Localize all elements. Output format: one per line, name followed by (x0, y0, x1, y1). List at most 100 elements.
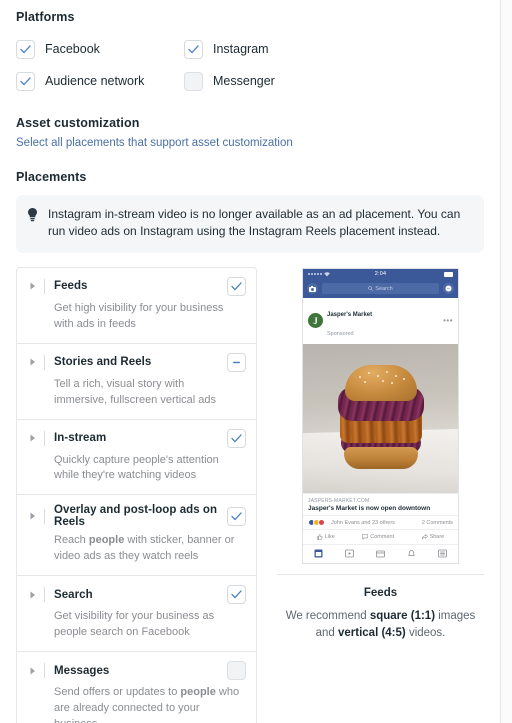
like-button[interactable]: Like (316, 534, 335, 540)
placement-name: Search (54, 588, 93, 601)
share-button[interactable]: Share (421, 534, 445, 541)
ad-display-url: JASPERS-MARKET.COM (308, 498, 370, 505)
item-divider (44, 354, 45, 370)
battery-icon (444, 272, 454, 277)
search-icon (368, 286, 374, 292)
page-right-gutter (501, 0, 512, 723)
placement-item-search[interactable]: Search Get visibility for your business … (17, 576, 256, 653)
facebook-search-bar[interactable]: Search (322, 283, 439, 295)
placement-description: Send offers or updates to people who are… (54, 685, 246, 723)
lightbulb-icon (26, 207, 39, 227)
placement-preview: 2:04 Search J Jasper's Market Sponsored … (277, 267, 484, 643)
desc-link: people (88, 534, 125, 547)
placement-item-header[interactable]: Stories and Reels (26, 352, 246, 372)
chevron-right-icon[interactable] (26, 358, 39, 366)
comment-label: Comment (370, 534, 395, 541)
thumbs-up-icon (316, 534, 323, 540)
phone-mockup: 2:04 Search J Jasper's Market Sponsored … (302, 267, 459, 565)
chevron-right-icon[interactable] (26, 591, 39, 599)
phone-bottom-nav (303, 544, 458, 563)
desc-text: Send offers or updates to (54, 686, 181, 699)
ad-social-proof: John Evans and 23 others 2 Comments (303, 515, 458, 529)
placements-notice: Instagram in-stream video is no longer a… (16, 195, 484, 253)
platform-instagram-label: Instagram (213, 42, 269, 56)
item-divider (44, 508, 45, 524)
caption-pre: We recommend (285, 610, 370, 623)
platform-audience-network-label: Audience network (45, 74, 145, 88)
messenger-icon[interactable] (443, 283, 454, 295)
search-placeholder: Search (375, 285, 393, 292)
placement-item-in-stream[interactable]: In-stream Quickly capture people's atten… (17, 420, 256, 496)
caption-bold-vertical: vertical (4:5) (337, 627, 406, 640)
placement-item-header[interactable]: Messages (26, 661, 246, 681)
placement-item-header[interactable]: Feeds (26, 276, 246, 296)
placement-description: Tell a rich, visual story with immersive… (54, 377, 246, 409)
asset-customization-link[interactable]: Select all placements that support asset… (16, 137, 484, 149)
checkbox-feeds[interactable] (227, 276, 246, 296)
reaction-icons (308, 519, 325, 527)
placement-item-header[interactable]: In-stream (26, 428, 246, 448)
nav-notifications-icon[interactable] (407, 549, 416, 558)
chevron-right-icon[interactable] (26, 667, 39, 675)
comment-button[interactable]: Comment (362, 534, 394, 540)
placement-item-header[interactable]: Search (26, 585, 246, 605)
placement-item-messages[interactable]: Messages Send offers or updates to peopl… (17, 652, 256, 723)
advertiser-avatar: J (308, 313, 323, 329)
placement-item-feeds[interactable]: Feeds Get high visibility for your busin… (17, 268, 256, 344)
item-divider (44, 663, 45, 679)
item-divider (44, 587, 45, 603)
platform-facebook[interactable]: Facebook (16, 36, 184, 62)
chevron-right-icon[interactable] (26, 282, 39, 290)
placement-description: Get high visibility for your business wi… (54, 301, 246, 333)
placements-list: Feeds Get high visibility for your busin… (16, 266, 257, 723)
caption-post: videos. (405, 627, 446, 640)
desc-link: people (180, 686, 216, 699)
ad-header: J Jasper's Market Sponsored ••• (303, 297, 458, 345)
placement-item-overlay-and-post-loop-ads-on-reels[interactable]: Overlay and post-loop ads on Reels Reach… (17, 495, 256, 577)
share-label: Share (429, 534, 445, 541)
likers-text: John Evans and 23 others (331, 519, 395, 526)
platform-instagram[interactable]: Instagram (184, 36, 484, 62)
more-options-icon[interactable]: ••• (443, 316, 453, 325)
burger-bottom-bun (343, 447, 418, 470)
checkbox-search[interactable] (227, 585, 246, 605)
platform-audience-network[interactable]: Audience network (16, 68, 184, 94)
checkbox-facebook[interactable] (16, 39, 35, 59)
chevron-right-icon[interactable] (26, 434, 39, 442)
placement-name: Overlay and post-loop ads on Reels (54, 504, 218, 529)
desc-text: Get high visibility for your business wi… (54, 301, 224, 330)
platform-messenger-label: Messenger (213, 74, 275, 88)
checkbox-in-stream[interactable] (227, 428, 246, 448)
nav-video-icon[interactable] (345, 549, 354, 558)
checkbox-stories-and-reels[interactable] (227, 352, 246, 372)
checkbox-messenger[interactable] (184, 71, 203, 91)
placements-settings-page: Platforms Facebook Instagram Audience ne… (0, 0, 512, 723)
placements-section: Placements Instagram in-stream video is … (16, 170, 484, 723)
nav-marketplace-icon[interactable] (376, 549, 385, 558)
nav-home-icon[interactable] (314, 549, 323, 558)
placement-description: Get visibility for your business as peop… (54, 609, 246, 641)
placement-item-header[interactable]: Overlay and post-loop ads on Reels (26, 504, 246, 528)
comments-count[interactable]: 2 Comments (422, 520, 453, 526)
platforms-grid: Facebook Instagram Audience network Mess… (16, 36, 484, 94)
placement-item-stories-and-reels[interactable]: Stories and Reels Tell a rich, visual st… (17, 344, 256, 420)
checkbox-audience-network[interactable] (16, 71, 35, 91)
placement-description: Quickly capture people's attention while… (54, 453, 246, 485)
checkbox-messages[interactable] (227, 661, 246, 681)
checkbox-instagram[interactable] (184, 39, 203, 59)
status-right (386, 272, 454, 277)
signal-dots-icon (308, 273, 322, 276)
platform-messenger[interactable]: Messenger (184, 68, 484, 94)
checkbox-overlay-and-post-loop-ads-on-reels[interactable] (227, 506, 246, 526)
chevron-right-icon[interactable] (26, 512, 39, 520)
desc-text: Tell a rich, visual story with immersive… (54, 377, 216, 406)
wifi-icon (324, 272, 330, 277)
camera-icon[interactable] (307, 283, 318, 295)
preview-caption-title: Feeds (363, 587, 398, 600)
placement-name: In-stream (54, 432, 107, 445)
caption-bold-square: square (1:1) (369, 610, 436, 623)
nav-menu-icon[interactable] (438, 549, 447, 558)
placement-name: Messages (54, 664, 110, 677)
ad-image-burger (303, 344, 458, 494)
status-time: 2:04 (374, 271, 387, 278)
